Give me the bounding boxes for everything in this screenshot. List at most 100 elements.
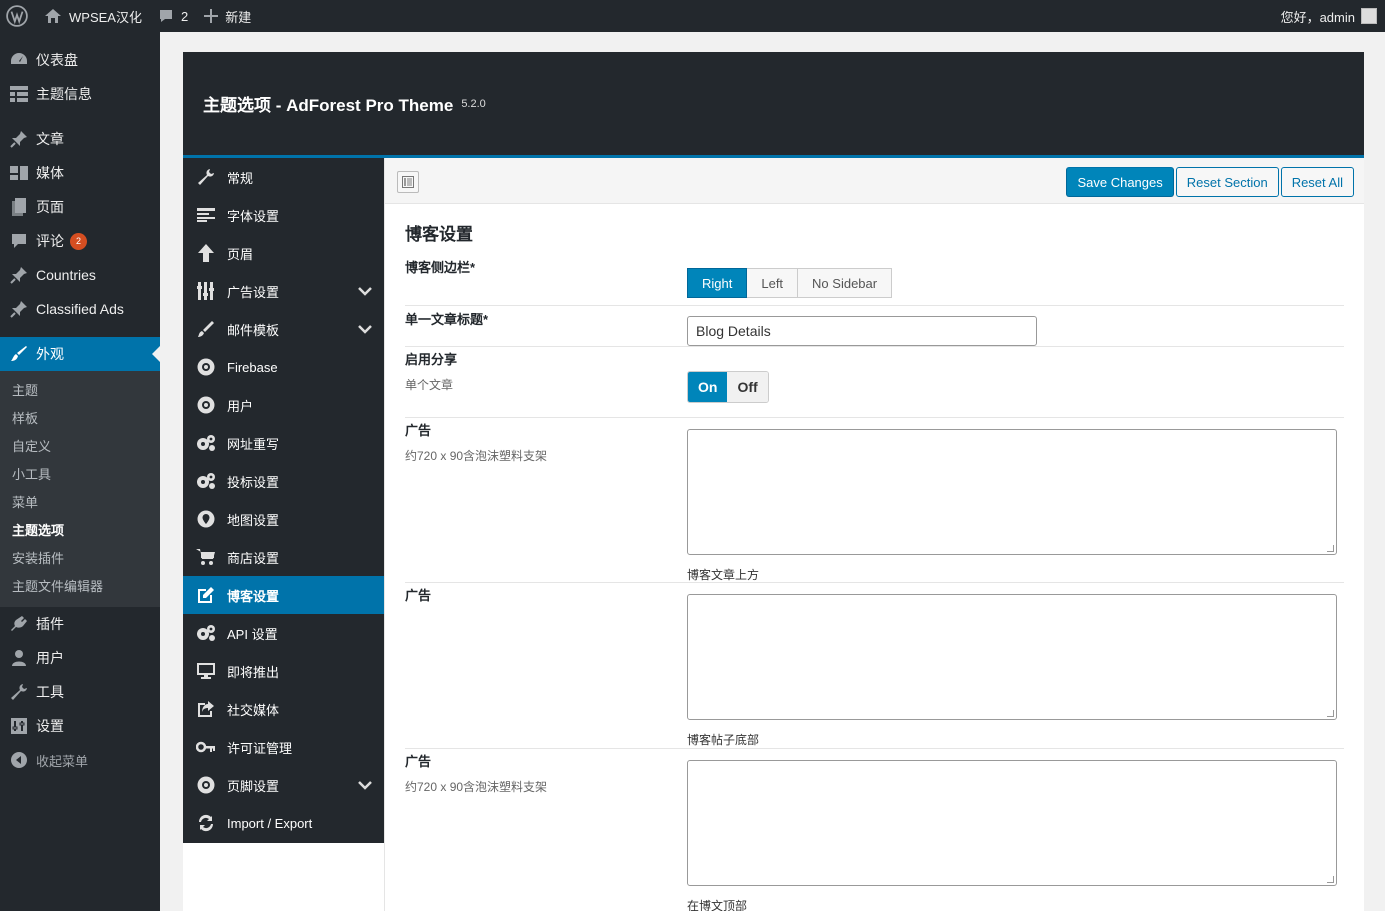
section-tab-email-templates[interactable]: 邮件模板 <box>183 310 384 348</box>
ad-code-textarea[interactable] <box>687 429 1337 555</box>
reset-all-button[interactable]: Reset All <box>1280 167 1354 197</box>
key-icon <box>196 737 216 757</box>
sidebar-option-left[interactable]: Left <box>747 268 799 298</box>
chevron-down-icon[interactable] <box>358 322 372 337</box>
section-tab-label: 用户 <box>227 398 254 414</box>
section-tab-label: Import / Export <box>227 815 313 831</box>
section-tab-map[interactable]: 地图设置 <box>183 500 384 538</box>
field-ad-post-bottom: 广告 博客帖子底部 <box>405 583 1344 749</box>
menu-item-classified-ads[interactable]: Classified Ads <box>0 292 160 326</box>
field-ad-post-top: 广告 约720 x 90含泡沫塑料支架 在博文顶部 <box>405 749 1344 911</box>
section-tab-social-media[interactable]: 社交媒体 <box>183 690 384 728</box>
submenu-item[interactable]: 主题文件编辑器 <box>0 573 160 601</box>
ad-code-textarea[interactable] <box>687 594 1337 720</box>
section-tab-fonts[interactable]: 字体设置 <box>183 196 384 234</box>
section-tab-api[interactable]: API 设置 <box>183 614 384 652</box>
menu-item-dashboard[interactable]: 仪表盘 <box>0 43 160 77</box>
section-tab-firebase[interactable]: Firebase <box>183 348 384 386</box>
save-changes-button[interactable]: Save Changes <box>1066 167 1174 197</box>
section-tab-label: 投标设置 <box>227 474 280 490</box>
menu-item-countries[interactable]: Countries <box>0 258 160 292</box>
sidebar-option-none[interactable]: No Sidebar <box>798 268 893 298</box>
field-description: 单个文章 <box>405 378 454 392</box>
section-tab-bidding[interactable]: 投标设置 <box>183 462 384 500</box>
section-tab-coming-soon[interactable]: 即将推出 <box>183 652 384 690</box>
share-icon <box>196 699 216 719</box>
menu-label: 用户 <box>36 650 64 666</box>
menu-item-plugins[interactable]: 插件 <box>0 607 160 641</box>
expand-options-button[interactable] <box>397 171 419 193</box>
menu-item-theme-info[interactable]: 主题信息 <box>0 77 160 111</box>
comments-count: 2 <box>180 8 189 24</box>
menu-item-appearance[interactable]: 外观 <box>0 337 160 371</box>
panel-title: 主题选项 - AdForest Pro Theme <box>203 96 454 115</box>
plus-icon <box>204 9 219 23</box>
section-tab-footer[interactable]: 页脚设置 <box>183 766 384 804</box>
menu-item-tools[interactable]: 工具 <box>0 675 160 709</box>
wrench-icon <box>196 167 216 187</box>
collapse-menu-button[interactable]: 收起菜单 <box>0 743 160 777</box>
menu-item-posts[interactable]: 文章 <box>0 122 160 156</box>
menu-item-comments[interactable]: 评论 2 <box>0 224 160 258</box>
single-title-input[interactable]: Blog Details <box>687 316 1037 346</box>
comments-link[interactable]: 2 <box>150 0 196 32</box>
account-menu[interactable]: 您好，admin <box>1273 0 1385 32</box>
menu-label: Classified Ads <box>36 301 124 317</box>
field-blog-sidebar: 博客侧边栏* Right Left No Sidebar <box>405 257 1344 306</box>
appearance-icon <box>9 344 29 364</box>
reset-section-button[interactable]: Reset Section <box>1175 167 1279 197</box>
menu-item-users[interactable]: 用户 <box>0 641 160 675</box>
section-tab-shop[interactable]: 商店设置 <box>183 538 384 576</box>
menu-item-pages[interactable]: 页面 <box>0 190 160 224</box>
section-tab-url-rewrite[interactable]: 网址重写 <box>183 424 384 462</box>
submenu-item[interactable]: 小工具 <box>0 461 160 489</box>
submenu-item[interactable]: 主题 <box>0 377 160 405</box>
section-tab-label: 常规 <box>227 170 254 186</box>
section-tab-label: 博客设置 <box>227 588 280 604</box>
grid-icon <box>9 84 29 104</box>
submenu-item[interactable]: 样板 <box>0 405 160 433</box>
field-label: 启用分享 <box>405 352 458 367</box>
section-tab-header[interactable]: 页眉 <box>183 234 384 272</box>
submenu-item[interactable]: 安装插件 <box>0 545 160 573</box>
section-tab-ads[interactable]: 广告设置 <box>183 272 384 310</box>
textarea-note: 博客帖子底部 <box>687 733 760 747</box>
menu-label: 页面 <box>36 199 64 215</box>
cart-icon <box>196 547 216 567</box>
section-tab-blog[interactable]: 博客设置 <box>183 576 384 614</box>
field-single-post-title: 单一文章标题* Blog Details <box>405 306 1344 347</box>
section-tab-label: 页脚设置 <box>227 778 280 794</box>
gear-circle-icon <box>196 357 216 377</box>
share-switch[interactable]: On Off <box>687 371 769 403</box>
chevron-down-icon[interactable] <box>358 778 372 793</box>
gears-icon <box>196 471 216 491</box>
admin-menu: 仪表盘 主题信息 文章 媒体 页面 评论 2 Countries Classif… <box>0 32 160 911</box>
new-content-link[interactable]: 新建 <box>196 0 259 32</box>
comment-icon <box>9 231 29 251</box>
theme-options-panel: 主题选项 - AdForest Pro Theme 5.2.0 常规 字体设置 … <box>183 52 1364 911</box>
section-tab-label: 商店设置 <box>227 550 280 566</box>
submenu-item-current[interactable]: 主题选项 <box>0 517 160 545</box>
submenu-item[interactable]: 菜单 <box>0 489 160 517</box>
menu-label: 工具 <box>36 684 64 700</box>
textarea-note: 博客文章上方 <box>687 568 760 582</box>
section-tab-import-export[interactable]: Import / Export <box>183 804 384 842</box>
section-tab-users[interactable]: 用户 <box>183 386 384 424</box>
menu-label: 主题信息 <box>36 86 92 102</box>
sidebar-option-right[interactable]: Right <box>687 268 748 298</box>
switch-off[interactable]: Off <box>727 372 768 402</box>
menu-item-settings[interactable]: 设置 <box>0 709 160 743</box>
section-tab-license[interactable]: 许可证管理 <box>183 728 384 766</box>
menu-label: 外观 <box>36 346 64 362</box>
site-name-link[interactable]: WPSEA汉化 <box>36 0 150 32</box>
chevron-down-icon[interactable] <box>358 284 372 299</box>
ad2-wrapper: 博客帖子底部 <box>687 594 1337 748</box>
ad-code-textarea[interactable] <box>687 760 1337 886</box>
switch-on[interactable]: On <box>688 372 728 402</box>
section-tab-general[interactable]: 常规 <box>183 158 384 196</box>
menu-label: 设置 <box>36 718 64 734</box>
menu-item-media[interactable]: 媒体 <box>0 156 160 190</box>
pin-icon <box>9 299 29 319</box>
wordpress-logo-button[interactable] <box>0 0 36 32</box>
submenu-item[interactable]: 自定义 <box>0 433 160 461</box>
